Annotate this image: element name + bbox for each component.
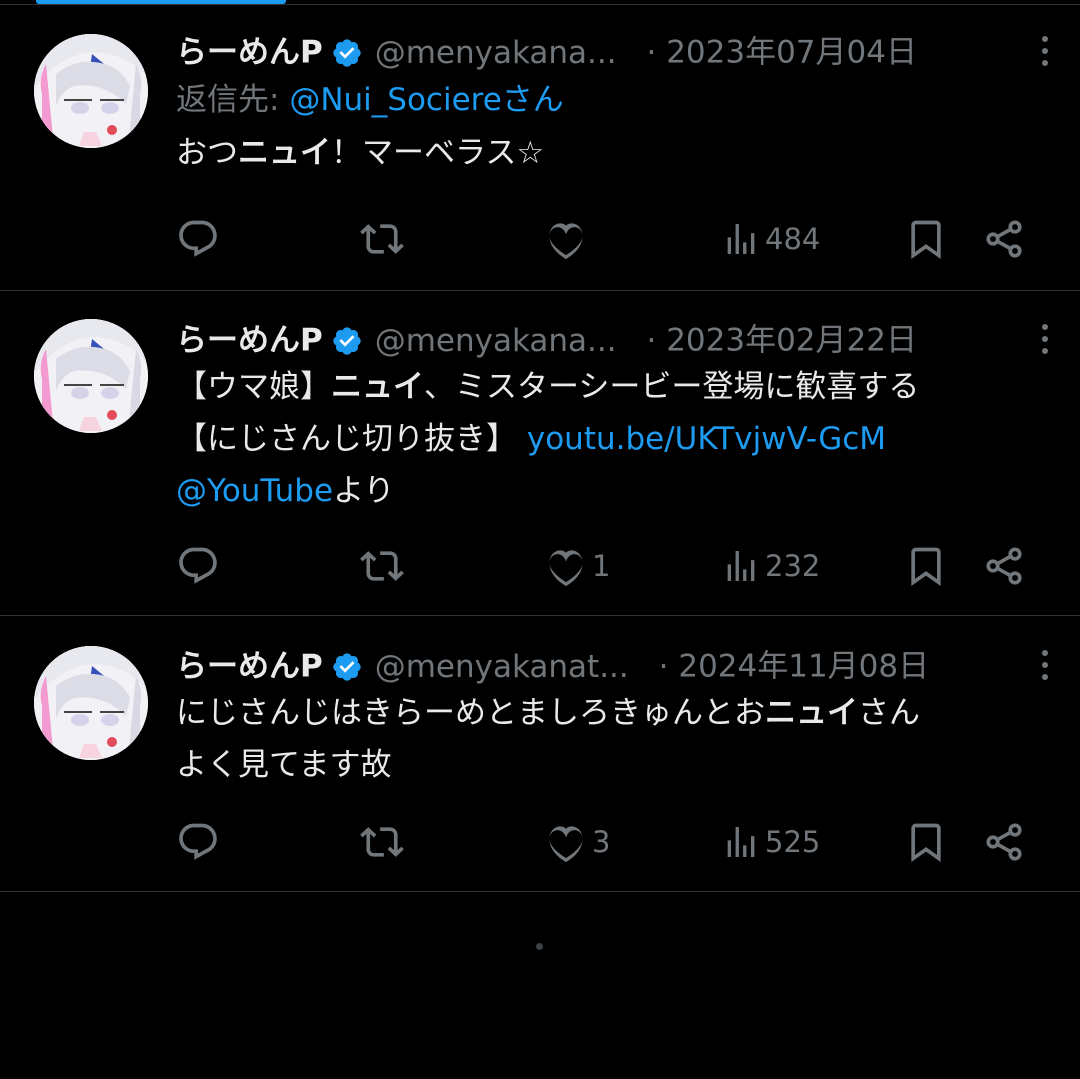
retweet-icon (360, 224, 404, 254)
retweet-icon (360, 827, 404, 857)
like-count: 1 (592, 549, 611, 583)
share-icon (986, 823, 1022, 861)
retweet-button[interactable] (360, 820, 408, 864)
more-vertical-icon[interactable] (1030, 29, 1060, 73)
handle[interactable]: @menyakana... (375, 31, 617, 75)
reply-icon (179, 220, 217, 257)
tweet-actions: 484 (176, 217, 1046, 261)
bookmark-button[interactable] (904, 544, 948, 588)
timestamp[interactable]: 2023年07月04日 (666, 35, 917, 71)
tweet-text: にじさんじはきらーめとましろきゅんとおニュイさん よく見てます故 (176, 687, 1040, 791)
display-name[interactable]: らーめんP (176, 649, 323, 685)
views-icon (727, 224, 755, 254)
tweet-header: らーめんP @menyakana... · 2023年07月04日 (176, 29, 1048, 75)
like-button[interactable]: 3 (544, 820, 610, 864)
retweet-icon (360, 551, 404, 581)
share-icon (986, 547, 1022, 585)
separator-dot: · (658, 648, 669, 685)
timestamp[interactable]: 2023年02月22日 (666, 323, 917, 359)
bookmark-icon (911, 547, 941, 587)
share-button[interactable] (982, 820, 1026, 864)
separator-dot: · (646, 322, 657, 359)
reply-to-line: 返信先: @Nui_Sociereさん (176, 73, 1040, 127)
heart-icon (549, 826, 583, 863)
avatar[interactable] (34, 319, 148, 433)
like-count: 3 (592, 825, 611, 859)
heart-icon (549, 550, 583, 587)
views-icon (727, 551, 755, 581)
highlighted-term: ニュイ (238, 135, 331, 171)
more-vertical-icon[interactable] (1030, 643, 1060, 687)
share-icon (986, 220, 1022, 258)
tweet-text: 【ウマ娘】ニュイ、ミスターシービー登場に歓喜する 【にじさんじ切り抜き】 you… (176, 361, 1040, 517)
reply-icon (179, 547, 217, 584)
tweet-header: らーめんP @menyakana... · 2023年02月22日 (176, 317, 1048, 363)
bookmark-button[interactable] (904, 217, 948, 261)
like-button[interactable]: 1 (544, 544, 610, 588)
handle[interactable]: @menyakanat... (375, 645, 629, 689)
views-button[interactable]: 525 (721, 820, 820, 864)
views-button[interactable]: 232 (721, 544, 820, 588)
views-count: 484 (765, 222, 821, 256)
reply-button[interactable] (176, 217, 224, 261)
avatar[interactable] (34, 646, 148, 760)
display-name[interactable]: らーめんP (176, 35, 323, 71)
verified-badge-icon (333, 652, 361, 681)
views-count: 232 (765, 549, 821, 583)
tweet-header: らーめんP @menyakanat... · 2024年11月08日 (176, 643, 1048, 689)
share-button[interactable] (982, 544, 1026, 588)
bookmark-icon (911, 220, 941, 260)
display-name[interactable]: らーめんP (176, 323, 323, 359)
reply-mention-link[interactable]: @Nui_Sociereさん (289, 82, 563, 118)
share-button[interactable] (982, 217, 1026, 261)
reply-button[interactable] (176, 820, 224, 864)
views-icon (727, 827, 755, 857)
verified-badge-icon (333, 38, 361, 67)
views-button[interactable]: 484 (721, 217, 820, 261)
avatar[interactable] (34, 34, 148, 148)
reply-prefix: 返信先: (176, 82, 290, 118)
text-segment: にじさんじはきらーめとましろきゅんとお (176, 695, 765, 731)
tweet[interactable]: らーめんP @menyakana... · 2023年02月22日 【ウマ娘】ニュ… (0, 291, 1080, 616)
heart-icon (549, 223, 583, 260)
tweet[interactable]: らーめんP @menyakanat... · 2024年11月08日 にじさんじは… (0, 616, 1080, 892)
text-segment: おつ (176, 135, 238, 171)
tweet[interactable]: らーめんP @menyakana... · 2023年07月04日 返信先: @N… (0, 5, 1080, 291)
text-segment: ！マーベラス☆ (331, 135, 545, 171)
timestamp[interactable]: 2024年11月08日 (678, 649, 929, 685)
tweet-text: おつニュイ！マーベラス☆ (176, 127, 1040, 179)
loading-indicator (536, 943, 543, 950)
tweet-actions: 3 525 (176, 820, 1046, 864)
retweet-button[interactable] (360, 544, 408, 588)
text-segment: 【ウマ娘】 (176, 369, 331, 405)
highlighted-term: ニュイ (331, 369, 424, 405)
views-count: 525 (765, 825, 821, 859)
reply-button[interactable] (176, 544, 224, 588)
highlighted-term: ニュイ (765, 695, 858, 731)
tweet-link[interactable]: @YouTube (176, 473, 333, 509)
retweet-button[interactable] (360, 217, 408, 261)
text-segment: より (333, 473, 395, 509)
more-vertical-icon[interactable] (1030, 317, 1060, 361)
reply-icon (179, 823, 217, 860)
tweet-link[interactable]: youtu.be/UKTvjwV-GcM (527, 421, 886, 457)
bookmark-button[interactable] (904, 820, 948, 864)
like-button[interactable] (544, 217, 592, 261)
bookmark-icon (911, 823, 941, 863)
handle[interactable]: @menyakana... (375, 319, 617, 363)
separator-dot: · (646, 34, 657, 71)
verified-badge-icon (333, 326, 361, 355)
tweet-actions: 1 232 (176, 544, 1046, 588)
